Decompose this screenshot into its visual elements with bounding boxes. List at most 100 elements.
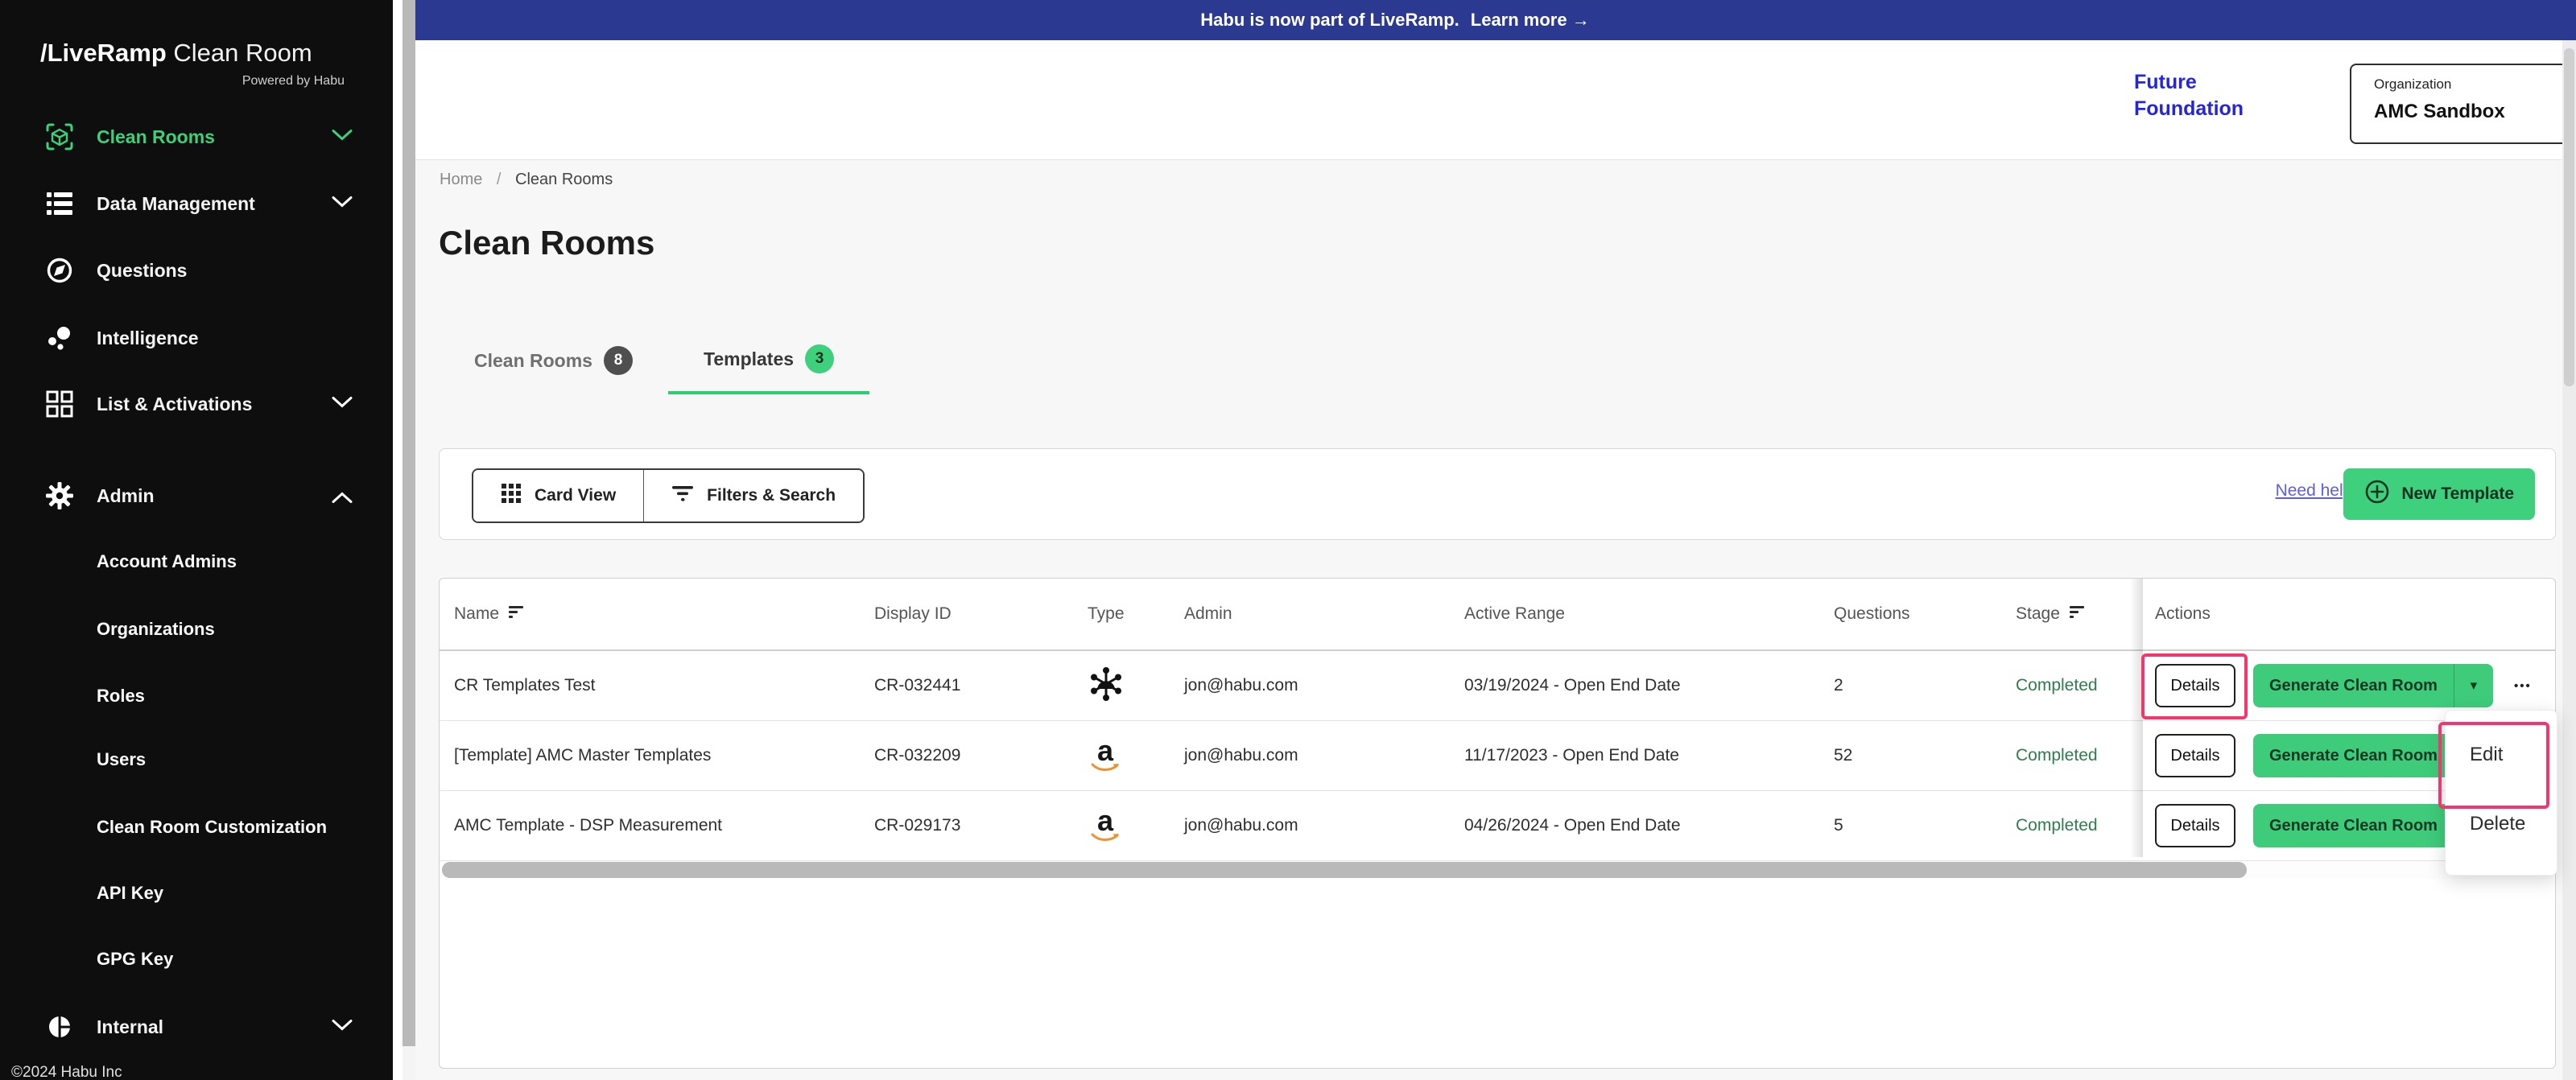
card-view-icon xyxy=(501,483,522,509)
generate-clean-room-button[interactable]: Generate Clean Room xyxy=(2253,804,2454,847)
account-name: Future Foundation xyxy=(2134,69,2255,122)
sidebar-item-list-activations[interactable]: List & Activations xyxy=(0,377,393,431)
page-scrollbar-thumb[interactable] xyxy=(2564,48,2574,386)
menu-item-delete[interactable]: Delete xyxy=(2446,789,2557,859)
cell-name: CR Templates Test xyxy=(440,676,874,695)
banner-learn-more-link[interactable]: Learn more → xyxy=(1471,10,1590,31)
brand-logo: /LiveRamp Clean Room xyxy=(40,39,362,68)
cell-questions: 2 xyxy=(1834,676,2016,695)
copyright-text: ©2024 Habu Inc xyxy=(11,1064,122,1080)
page-scrollbar[interactable] xyxy=(2562,40,2576,1080)
account-link[interactable]: Future Foundation xyxy=(2134,69,2255,122)
details-button[interactable]: Details xyxy=(2155,664,2235,707)
column-header-type[interactable]: Type xyxy=(1088,604,1184,624)
amazon-type-icon: a xyxy=(1088,739,1184,773)
table-horizontal-scrollbar[interactable] xyxy=(442,861,2553,879)
cell-questions: 52 xyxy=(1834,746,2016,765)
column-header-display-id[interactable]: Display ID xyxy=(874,604,1088,624)
column-label: Admin xyxy=(1184,604,1232,624)
generate-clean-room-button[interactable]: Generate Clean Room xyxy=(2253,664,2454,707)
sidebar-scrollbar-thumb[interactable] xyxy=(402,0,415,1046)
subitem-label: Clean Room Customization xyxy=(97,817,327,838)
tab-count-badge: 3 xyxy=(805,344,834,373)
cell-active-range: 11/17/2023 - Open End Date xyxy=(1464,746,1834,765)
breadcrumb: Home / Clean Rooms xyxy=(440,171,613,189)
table-row[interactable]: AMC Template - DSP Measurement CR-029173… xyxy=(440,791,2555,861)
sidebar-item-data-management[interactable]: Data Management xyxy=(0,176,393,231)
card-view-label: Card View xyxy=(535,486,616,505)
table-row[interactable]: CR Templates Test CR-032441 jon@habu.com xyxy=(440,651,2555,721)
generate-dropdown-arrow[interactable]: ▾ xyxy=(2454,664,2493,707)
more-actions-button[interactable]: ••• xyxy=(2514,679,2532,693)
top-header: Future Foundation Organization AMC Sandb… xyxy=(415,40,2562,160)
sidebar-item-clean-rooms[interactable]: Clean Rooms xyxy=(0,109,393,164)
brand-tagline: Powered by Habu xyxy=(242,74,345,89)
cell-admin: jon@habu.com xyxy=(1184,816,1464,835)
filter-icon xyxy=(671,484,694,508)
sidebar-item-admin[interactable]: Admin xyxy=(0,468,393,523)
sidebar-item-intelligence[interactable]: Intelligence xyxy=(0,311,393,365)
grid-squares-icon xyxy=(42,390,77,418)
sidebar-divider xyxy=(393,0,402,1080)
sidebar-subitem-api-key[interactable]: API Key xyxy=(0,869,393,917)
dots-icon xyxy=(42,325,77,351)
tab-clean-rooms[interactable]: Clean Rooms 8 xyxy=(439,344,668,394)
table-scrollbar-thumb[interactable] xyxy=(442,862,2247,878)
subitem-label: API Key xyxy=(97,883,163,904)
sidebar-subitem-account-admins[interactable]: Account Admins xyxy=(0,538,393,586)
menu-item-edit[interactable]: Edit xyxy=(2446,720,2557,789)
breadcrumb-home[interactable]: Home xyxy=(440,171,482,188)
sidebar-item-label: List & Activations xyxy=(97,394,252,415)
announcement-banner: Habu is now part of LiveRamp. Learn more… xyxy=(415,0,2576,40)
details-button[interactable]: Details xyxy=(2155,804,2235,847)
sidebar-subitem-roles[interactable]: Roles xyxy=(0,672,393,720)
templates-table: Name Display ID Type Admin Active Range … xyxy=(439,578,2556,1069)
chevron-up-icon xyxy=(332,488,353,504)
generate-clean-room-button[interactable]: Generate Clean Room xyxy=(2253,734,2454,777)
sidebar-item-internal[interactable]: Internal xyxy=(0,1000,393,1054)
organization-select[interactable]: Organization AMC Sandbox xyxy=(2350,64,2576,144)
sidebar-subitem-clean-room-customization[interactable]: Clean Room Customization xyxy=(0,803,393,851)
details-button[interactable]: Details xyxy=(2155,734,2235,777)
sidebar-item-label: Admin xyxy=(97,485,155,507)
cell-name: [Template] AMC Master Templates xyxy=(440,746,874,765)
chevron-down-icon xyxy=(332,397,353,412)
sidebar-item-label: Intelligence xyxy=(97,328,199,349)
sort-icon[interactable] xyxy=(2070,604,2086,624)
column-header-name[interactable]: Name xyxy=(440,604,874,624)
new-template-button[interactable]: New Template xyxy=(2343,468,2535,520)
sidebar-scrollbar[interactable] xyxy=(402,0,415,1080)
column-label: Questions xyxy=(1834,604,1910,624)
plus-circle-icon xyxy=(2364,479,2390,509)
sidebar-item-questions[interactable]: Questions xyxy=(0,243,393,298)
sort-icon[interactable] xyxy=(509,604,525,624)
column-header-active-range[interactable]: Active Range xyxy=(1464,604,1834,624)
breadcrumb-separator: / xyxy=(497,171,502,188)
card-view-button[interactable]: Card View xyxy=(473,470,643,521)
column-label: Actions xyxy=(2155,604,2211,624)
subitem-label: Organizations xyxy=(97,619,215,640)
subitem-label: GPG Key xyxy=(97,949,173,970)
sidebar-item-label: Data Management xyxy=(97,193,255,215)
cube-icon xyxy=(42,122,77,151)
column-header-admin[interactable]: Admin xyxy=(1184,604,1464,624)
toolbar-card: Card View Filters & Search Need help? Ne… xyxy=(439,448,2556,540)
column-header-questions[interactable]: Questions xyxy=(1834,604,2016,624)
cell-display-id: CR-032209 xyxy=(874,746,1088,765)
tab-templates[interactable]: Templates 3 xyxy=(668,344,869,394)
cell-name: AMC Template - DSP Measurement xyxy=(440,816,874,835)
organization-value: AMC Sandbox xyxy=(2374,101,2505,123)
table-row[interactable]: [Template] AMC Master Templates CR-03220… xyxy=(440,721,2555,791)
sidebar-item-label: Internal xyxy=(97,1016,163,1038)
sidebar-item-label: Clean Rooms xyxy=(97,126,215,148)
cell-actions: Details Generate Clean Room ▾ ••• xyxy=(2142,664,2555,707)
table-header-row: Name Display ID Type Admin Active Range … xyxy=(440,579,2555,651)
organization-label: Organization xyxy=(2374,76,2451,93)
cell-stage: Completed xyxy=(2016,676,2142,695)
sidebar-subitem-organizations[interactable]: Organizations xyxy=(0,605,393,653)
column-header-stage[interactable]: Stage xyxy=(2016,604,2142,624)
cell-display-id: CR-029173 xyxy=(874,816,1088,835)
filters-search-button[interactable]: Filters & Search xyxy=(643,470,863,521)
sidebar-subitem-users[interactable]: Users xyxy=(0,736,393,784)
sidebar-subitem-gpg-key[interactable]: GPG Key xyxy=(0,935,393,983)
